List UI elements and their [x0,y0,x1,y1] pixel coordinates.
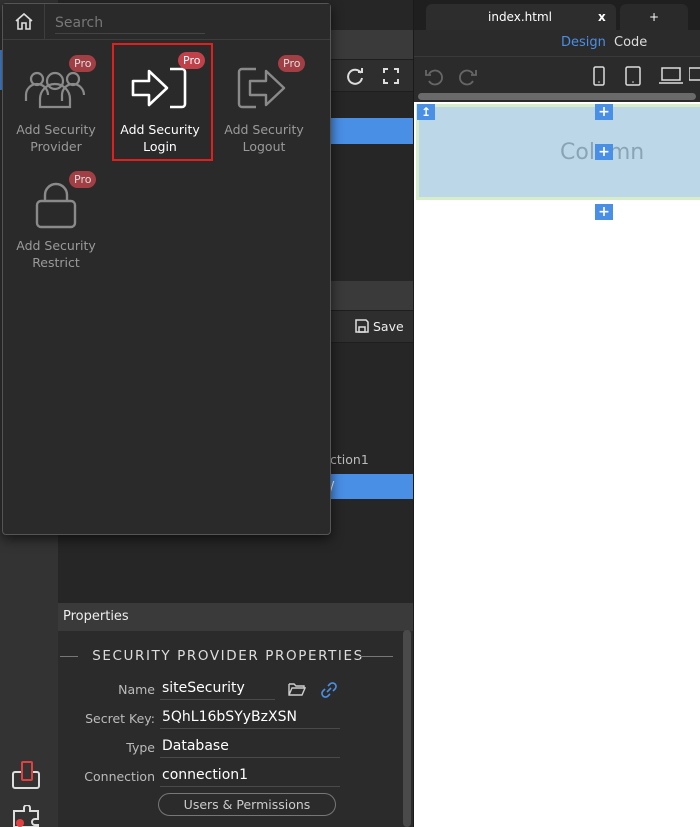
folder-open-icon[interactable] [288,682,306,697]
pro-badge: Pro [278,55,306,72]
tool-label: Add Security Logout [224,122,304,154]
new-tab-button[interactable]: + [620,4,688,30]
pro-badge: Pro [69,171,97,188]
refresh-icon[interactable] [345,66,365,86]
desktop-view-icon[interactable] [689,67,700,85]
pro-badge: Pro [69,55,97,72]
section-title: SECURITY PROVIDER PROPERTIES [92,648,364,664]
tab-bar: index.html x + [414,0,700,30]
type-underline [160,757,340,758]
tree-item-connection[interactable]: ction1 [330,452,369,467]
tab-index-html[interactable]: index.html x [426,4,616,30]
design-canvas[interactable]: Column ↥ + + + [414,102,700,827]
connection-select[interactable]: connection1 [162,767,248,783]
name-underline [160,699,275,700]
name-field[interactable]: siteSecurity [162,680,245,696]
tool-label: Add Security Restrict [16,238,96,270]
selection-highlight [112,43,213,161]
secret-key-underline [160,728,340,729]
tablet-view-icon[interactable] [625,66,641,86]
lock-icon [35,181,77,229]
name-label: Name [118,682,155,697]
insert-after-icon[interactable]: + [595,204,613,220]
design-editor: index.html x + Design Code Co [413,0,700,827]
new-tab-label: + [649,10,660,24]
redo-icon[interactable] [458,66,478,86]
add-security-restrict-tool[interactable]: Pro Add Security Restrict [6,161,106,279]
editor-toolbar [414,56,700,102]
connection-underline [160,786,340,787]
add-security-provider-tool[interactable]: Pro Add Security Provider [6,45,106,163]
insert-popup: Pro Add Security Provider Pro Add Securi… [2,3,331,535]
type-select[interactable]: Database [162,738,229,754]
sign-out-icon [236,65,292,111]
undo-icon[interactable] [424,66,444,86]
design-view-tab[interactable]: Design [561,35,606,50]
tab-close-icon[interactable]: x [598,4,606,30]
home-button[interactable] [3,4,45,40]
save-button[interactable]: Save [354,318,404,334]
section-rule-right [360,656,393,657]
home-icon [15,12,33,30]
tool-label: Add Security Provider [16,122,96,154]
save-label: Save [373,318,404,334]
select-parent-icon[interactable]: ↥ [417,104,435,120]
code-view-tab[interactable]: Code [614,35,647,50]
insert-inside-icon[interactable]: + [595,144,613,160]
popup-top-bar [3,4,330,40]
phone-view-icon[interactable] [593,66,605,86]
type-label: Type [126,740,155,755]
users-permissions-button[interactable]: Users & Permissions [158,793,336,816]
add-security-logout-tool[interactable]: Pro Add Security Logout [214,45,314,163]
search-input[interactable] [55,12,205,34]
properties-panel: Properties SECURITY PROVIDER PROPERTIES … [58,603,413,827]
laptop-view-icon[interactable] [659,67,683,85]
properties-header: Properties [58,603,413,631]
secret-key-field[interactable]: 5QhL16bSYyBzXSN [162,709,297,725]
secret-key-label: Secret Key: [85,711,155,726]
fullscreen-icon[interactable] [381,66,401,86]
link-icon[interactable] [320,681,338,699]
column-block[interactable]: Column [416,104,700,200]
properties-scrollbar[interactable] [403,630,411,827]
save-icon [355,319,369,333]
tab-index-html-label: index.html [488,10,552,24]
insert-before-icon[interactable]: + [595,104,613,120]
view-switcher: Design Code [414,30,700,56]
publish-icon[interactable] [10,760,44,790]
connection-label: Connection [84,769,155,784]
extensions-icon[interactable] [10,805,44,827]
horizontal-scrollbar[interactable] [418,93,696,100]
